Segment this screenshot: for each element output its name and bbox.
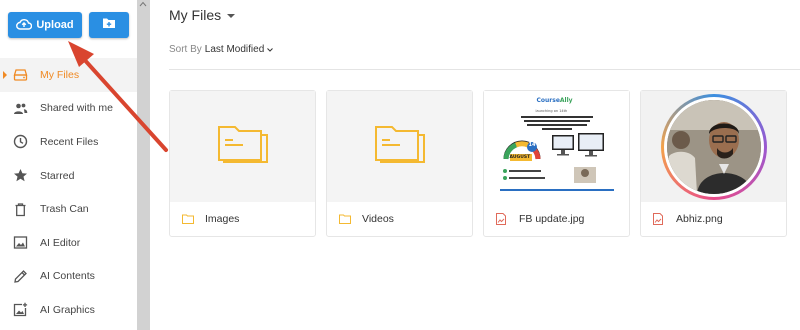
annotation-arrow xyxy=(68,41,168,152)
file-manager-app: Upload My Files Shared with me Recent Fi… xyxy=(0,0,800,330)
